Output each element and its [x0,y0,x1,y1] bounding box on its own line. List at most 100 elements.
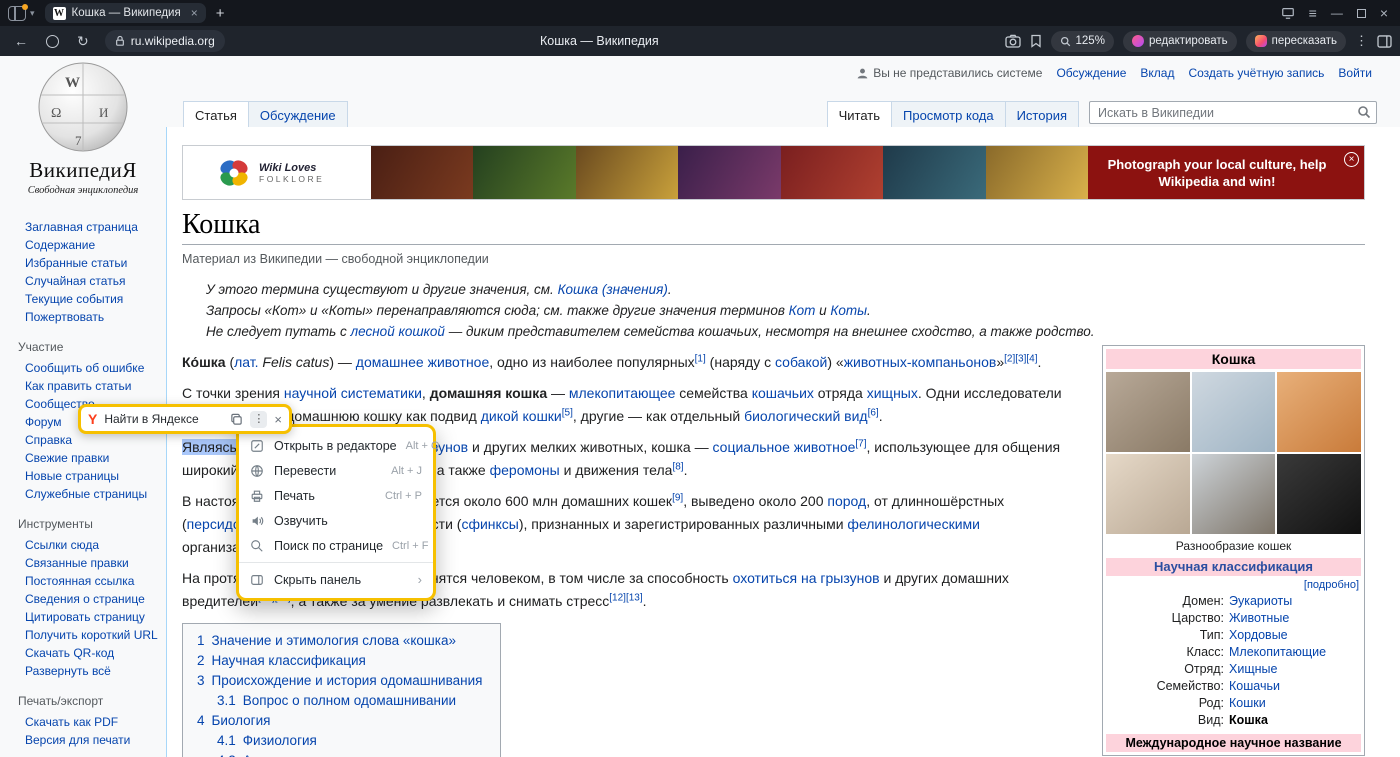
article-link[interactable]: млекопитающее [569,385,676,401]
profile-icon[interactable] [46,35,59,48]
toc-item[interactable]: 4.1Физиология [197,734,482,748]
edit-button[interactable]: редактировать [1123,31,1237,52]
article-link[interactable]: домашнее животное [356,354,489,370]
tab-view-source[interactable]: Просмотр кода [892,101,1006,128]
classification-link[interactable]: Научная классификация [1154,559,1313,574]
reload-icon[interactable]: ↻ [77,33,89,50]
maximize-icon[interactable] [1357,9,1366,18]
cat-photo[interactable] [1277,372,1361,452]
cast-icon[interactable] [1281,6,1295,20]
new-tab-button[interactable]: + [216,5,225,22]
personal-link-talk[interactable]: Обсуждение [1056,66,1126,80]
article-link[interactable]: собакой [775,354,827,370]
reference-link[interactable]: [1] [695,353,706,364]
reference-link[interactable]: [12] [609,592,626,603]
sidebar-item-permanent-link[interactable]: Постоянная ссылка [25,574,134,588]
article-link[interactable]: животных-компаньонов [844,354,997,370]
kebab-menu-icon[interactable]: ⋮ [1355,33,1368,49]
sidebar-item-new-pages[interactable]: Новые страницы [25,469,119,483]
search-input[interactable] [1089,101,1377,124]
menu-item-translate[interactable]: Перевести Alt + J [239,458,433,483]
sidebar-item-featured[interactable]: Избранные статьи [25,256,127,270]
toc-item[interactable]: 3.1Вопрос о полном одомашнивании [197,694,482,708]
menu-item-print[interactable]: Печать Ctrl + P [239,483,433,508]
search-icon[interactable] [1357,105,1371,119]
article-link[interactable]: Коты [830,303,867,318]
article-link[interactable]: Кошка (значения) [558,282,668,297]
sidebar-panel-icon[interactable] [8,6,26,21]
window-close-icon[interactable]: × [1380,5,1388,21]
reference-link[interactable]: [2] [1004,353,1015,364]
sidebar-item-how-to-edit[interactable]: Как править статьи [25,379,131,393]
menu-item-find-on-page[interactable]: Поиск по странице Ctrl + F [239,533,433,558]
article-link[interactable]: дикой кошки [481,408,562,424]
article-link[interactable]: научной систематики [284,385,422,401]
sidebar-item-expand-all[interactable]: Развернуть всё [25,664,111,678]
article-link[interactable]: сфинксы [461,516,518,532]
taxon-link[interactable]: Кошачьи [1229,679,1280,693]
article-link[interactable]: хищных [867,385,918,401]
toc-item[interactable]: 1Значение и этимология слова «кошка» [197,634,482,648]
taxon-link[interactable]: Хищные [1229,662,1277,676]
taxon-link[interactable]: Хордовые [1229,628,1288,642]
article-link[interactable]: лат. [234,354,258,370]
fundraising-banner[interactable]: Wiki Loves FOLKLORE Photograph your loca… [182,145,1365,200]
toc-item[interactable]: 2Научная классификация [197,654,482,668]
toolbar-close-icon[interactable]: × [274,412,282,427]
tab-read[interactable]: Читать [827,101,892,128]
zoom-indicator[interactable]: 125% [1051,31,1114,52]
sidebar-item-special-pages[interactable]: Служебные страницы [25,487,147,501]
find-in-yandex-button[interactable]: Найти в Яндексе [104,412,223,426]
cat-photo[interactable] [1106,372,1190,452]
article-link[interactable]: феромоны [490,462,560,478]
personal-link-login[interactable]: Войти [1338,66,1372,80]
taxon-link[interactable]: Млекопитающие [1229,645,1326,659]
toc-item[interactable]: 4Биология [197,714,482,728]
sidebar-item-page-info[interactable]: Сведения о странице [25,592,145,606]
sidebar-item-current-events[interactable]: Текущие события [25,292,123,306]
sidebar-item-what-links-here[interactable]: Ссылки сюда [25,538,99,552]
menu-item-voice[interactable]: Озвучить [239,508,433,533]
url-chip[interactable]: ru.wikipedia.org [105,30,225,52]
sidebar-item-printable[interactable]: Версия для печати [25,733,130,747]
menu-item-open-in-editor[interactable]: Открыть в редакторе Alt + O [239,433,433,458]
toc-item[interactable]: 3Происхождение и история одомашнивания [197,674,482,688]
article-link[interactable]: охотиться на грызунов [733,570,880,586]
wikipedia-logo[interactable]: W Ω И 7 [37,61,129,153]
back-icon[interactable]: ← [14,33,28,49]
sidebar-item-random[interactable]: Случайная статья [25,274,125,288]
reference-link[interactable]: [3] [1015,353,1026,364]
personal-link-contributions[interactable]: Вклад [1140,66,1174,80]
article-link[interactable]: пород [827,493,866,509]
sidebar-item-qr-code[interactable]: Скачать QR-код [25,646,114,660]
details-link[interactable]: [подробно] [1304,579,1359,591]
browser-menu-icon[interactable]: ≡ [1309,5,1317,21]
cat-photo[interactable] [1192,454,1276,534]
banner-close-icon[interactable]: × [1344,152,1359,167]
toolbar-kebab-icon[interactable]: ⋮ [250,411,267,428]
tab-discussion[interactable]: Обсуждение [249,101,348,128]
reference-link[interactable]: [7] [855,438,866,449]
sidebar-item-help[interactable]: Справка [25,433,72,447]
copy-icon[interactable] [230,413,243,426]
taxon-link[interactable]: Кошки [1229,696,1266,710]
reference-link[interactable]: [9] [672,492,683,503]
retell-button[interactable]: пересказать [1246,31,1346,52]
side-panel-icon[interactable] [1377,35,1392,48]
article-link[interactable]: лесной кошкой [351,324,445,339]
sidebar-item-cite-page[interactable]: Цитировать страницу [25,610,145,624]
cat-photo[interactable] [1192,372,1276,452]
taxon-link[interactable]: Животные [1229,611,1289,625]
reference-link[interactable]: [8] [672,461,683,472]
bookmark-icon[interactable] [1030,34,1042,48]
browser-tab[interactable]: W Кошка — Википедия × [45,3,206,23]
sidebar-item-download-pdf[interactable]: Скачать как PDF [25,715,118,729]
cat-photo[interactable] [1277,454,1361,534]
reference-link[interactable]: [4] [1026,353,1037,364]
article-link[interactable]: социальное животное [713,439,856,455]
sidebar-item-recent-changes[interactable]: Свежие правки [25,451,109,465]
tab-close-icon[interactable]: × [191,6,198,20]
reference-link[interactable]: [13] [626,592,643,603]
sidebar-item-related-changes[interactable]: Связанные правки [25,556,129,570]
article-link[interactable]: кошачьих [752,385,814,401]
